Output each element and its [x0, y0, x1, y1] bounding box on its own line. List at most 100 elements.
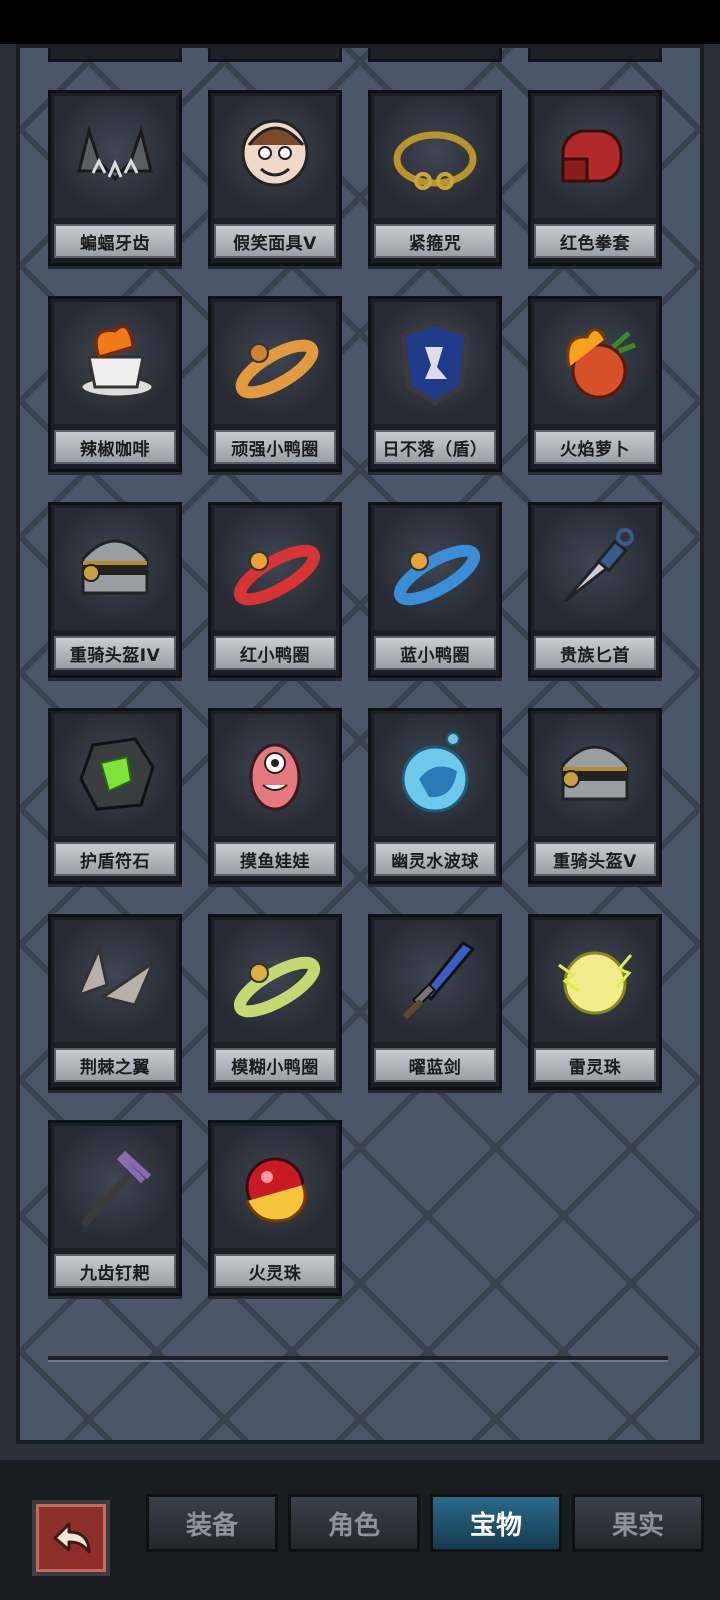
tab-characters[interactable]: 角色	[288, 1494, 420, 1552]
treasure-name: 荆棘之翼	[54, 1048, 176, 1082]
treasure-slot[interactable]: 红小鸭圈	[208, 502, 342, 678]
grid-bottom-divider	[48, 1356, 668, 1362]
treasure-slot[interactable]: 顽强小鸭圈	[208, 296, 342, 472]
treasure-slot[interactable]: 蓝小鸭圈	[368, 502, 502, 678]
tab-fruits-label: 果实	[611, 1510, 664, 1541]
treasure-art	[54, 508, 176, 630]
treasure-slot[interactable]: 幽灵水波球	[368, 708, 502, 884]
treasure-name: 红色拳套	[534, 224, 656, 258]
treasure-art	[534, 714, 656, 836]
treasure-slot[interactable]: 雷灵珠	[528, 914, 662, 1090]
status-bar	[0, 0, 720, 44]
treasure-art	[534, 96, 656, 218]
treasure-name: 顽强小鸭圈	[214, 430, 336, 464]
treasure-name: 重骑头盔IV	[54, 636, 176, 670]
tough-duck-ring-icon	[235, 339, 319, 399]
slacker-doll-icon	[249, 743, 301, 811]
thorn-wings-icon	[76, 944, 157, 1007]
treasure-art	[54, 714, 176, 836]
treasure-name: 模糊小鸭圈	[214, 1048, 336, 1082]
tab-fruits[interactable]: 果实	[572, 1494, 704, 1552]
blue-duck-ring-icon	[393, 544, 481, 606]
noble-dagger-icon	[563, 528, 634, 603]
treasure-art	[54, 302, 176, 424]
treasure-name: 紧箍咒	[374, 224, 496, 258]
golden-headband-icon	[393, 131, 477, 190]
tab-treasures-label: 宝物	[469, 1510, 522, 1541]
treasure-art	[214, 96, 336, 218]
shield-rune-stone-icon	[79, 737, 155, 811]
treasure-art	[374, 920, 496, 1042]
flame-radish-icon	[566, 328, 636, 399]
treasure-art	[214, 1126, 336, 1248]
treasure-slot[interactable]: 蝙蝠牙齿	[48, 90, 182, 266]
treasure-art	[214, 920, 336, 1042]
treasure-art	[54, 96, 176, 218]
ghost-water-orb-icon	[401, 732, 469, 813]
treasure-slot[interactable]: 辣椒咖啡	[48, 296, 182, 472]
treasure-name: 护盾符石	[54, 842, 176, 876]
treasure-slot[interactable]: 摸鱼娃娃	[208, 708, 342, 884]
treasure-art	[374, 96, 496, 218]
azure-sword-icon	[402, 941, 476, 1020]
treasure-name: 幽灵水波球	[374, 842, 496, 876]
treasure-grid-panel[interactable]: 蝙蝠牙齿 假笑面具V 紧箍咒 红色拳套辣椒咖啡 顽强小鸭圈 日不落（盾） 火焰萝卜重骑头盔I…	[16, 44, 704, 1444]
shield-icon	[400, 320, 470, 406]
treasure-name: 假笑面具V	[214, 224, 336, 258]
treasure-slot[interactable]: 护盾符石	[48, 708, 182, 884]
nine-tooth-rake-icon	[80, 1148, 156, 1228]
treasure-art	[214, 302, 336, 424]
treasure-slot[interactable]: 火灵珠	[208, 1120, 342, 1296]
treasure-name: 蓝小鸭圈	[374, 636, 496, 670]
fake-smile-mask-icon	[241, 119, 309, 187]
treasure-slot[interactable]: 模糊小鸭圈	[208, 914, 342, 1090]
treasure-name: 重骑头盔V	[534, 842, 656, 876]
treasure-slot[interactable]: 荆棘之翼	[48, 914, 182, 1090]
treasure-name: 红小鸭圈	[214, 636, 336, 670]
treasure-name: 辣椒咖啡	[54, 430, 176, 464]
blurry-duck-ring-icon	[233, 956, 321, 1018]
treasure-slot[interactable]: 火焰萝卜	[528, 296, 662, 472]
treasure-name: 九齿钉耙	[54, 1254, 176, 1288]
treasure-slot[interactable]: 贵族匕首	[528, 502, 662, 678]
bat-teeth-icon	[77, 125, 153, 182]
heavy-knight-helmet-icon	[561, 745, 629, 801]
tab-equipment[interactable]: 装备	[146, 1494, 278, 1552]
treasure-slot[interactable]: 重骑头盔IV	[48, 502, 182, 678]
red-boxing-glove-icon	[561, 129, 623, 183]
treasure-art	[374, 302, 496, 424]
tab-equipment-label: 装备	[185, 1510, 238, 1541]
treasure-name: 日不落（盾）	[374, 430, 496, 464]
tab-treasures[interactable]: 宝物	[430, 1494, 562, 1552]
treasure-art	[374, 714, 496, 836]
partial-slot	[368, 48, 502, 62]
treasure-name: 火焰萝卜	[534, 430, 656, 464]
partial-slot	[208, 48, 342, 62]
tab-characters-label: 角色	[327, 1510, 380, 1541]
treasure-name: 曜蓝剑	[374, 1048, 496, 1082]
chili-coffee-icon	[79, 325, 155, 399]
treasure-slot[interactable]: 曜蓝剑	[368, 914, 502, 1090]
treasure-slot[interactable]: 紧箍咒	[368, 90, 502, 266]
back-button[interactable]	[32, 1500, 110, 1576]
treasure-slot[interactable]: 日不落（盾）	[368, 296, 502, 472]
thunder-orb-icon	[558, 951, 633, 1015]
heavy-knight-helmet-icon	[81, 539, 149, 595]
treasure-art	[54, 920, 176, 1042]
partial-slot	[528, 48, 662, 62]
treasure-art	[534, 302, 656, 424]
treasure-name: 蝙蝠牙齿	[54, 224, 176, 258]
red-duck-ring-icon	[233, 544, 321, 606]
treasure-art	[534, 920, 656, 1042]
treasure-slot[interactable]: 假笑面具V	[208, 90, 342, 266]
treasure-art	[214, 714, 336, 836]
treasure-slot[interactable]: 红色拳套	[528, 90, 662, 266]
treasure-art	[214, 508, 336, 630]
treasure-name: 贵族匕首	[534, 636, 656, 670]
fire-orb-icon	[245, 1157, 307, 1223]
treasure-art	[534, 508, 656, 630]
treasure-slot[interactable]: 重骑头盔V	[528, 708, 662, 884]
partial-slot	[48, 48, 182, 62]
treasure-slot[interactable]: 九齿钉耙	[48, 1120, 182, 1296]
treasure-name: 雷灵珠	[534, 1048, 656, 1082]
